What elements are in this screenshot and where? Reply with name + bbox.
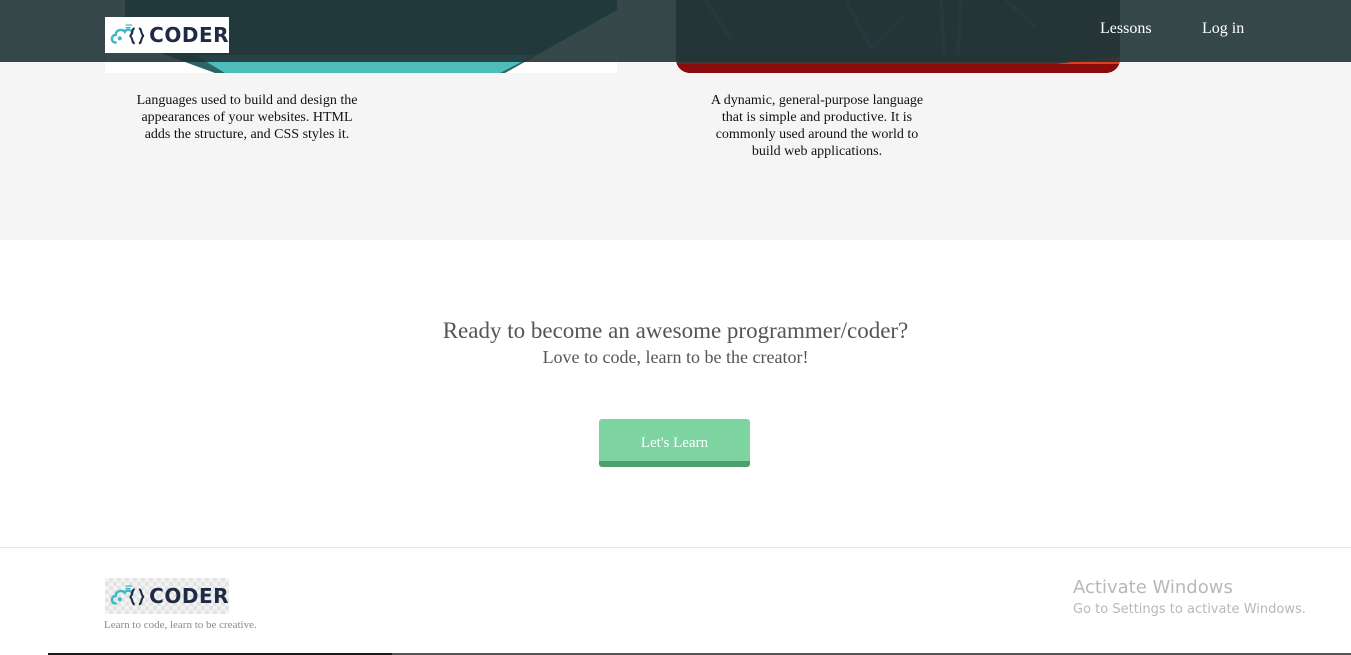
activate-windows-subtitle: Go to Settings to activate Windows. <box>1073 602 1306 617</box>
lets-learn-button[interactable]: Let's Learn <box>599 419 750 467</box>
footer-divider <box>0 547 1351 548</box>
nav-link-login[interactable]: Log in <box>1202 20 1244 38</box>
nav-link-lessons[interactable]: Lessons <box>1100 20 1152 38</box>
cloud-braces-logo-icon <box>110 585 145 606</box>
footer-logo[interactable]: CODER <box>105 578 229 614</box>
activate-windows-title: Activate Windows <box>1073 577 1233 598</box>
nav-logo[interactable]: CODER <box>105 17 229 53</box>
footer-tagline: Learn to code, learn to be creative. <box>104 619 257 631</box>
navbar: CODER Lessons Log in <box>0 0 1351 62</box>
course-description-html-css: Languages used to build and design the a… <box>136 93 358 142</box>
cloud-braces-logo-icon <box>110 24 145 45</box>
footer-logo-text: CODER <box>149 584 229 608</box>
cta-title: Ready to become an awesome programmer/co… <box>442 318 909 343</box>
cta-subtitle: Love to code, learn to be the creator! <box>542 347 809 367</box>
logo-text: CODER <box>149 23 229 47</box>
course-description-ruby: A dynamic, general-purpose language that… <box>710 93 924 159</box>
